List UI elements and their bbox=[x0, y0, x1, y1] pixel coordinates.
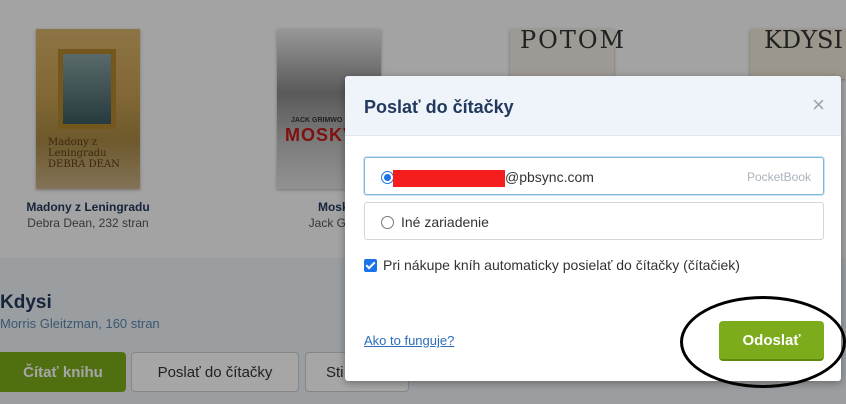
device-option-pocketbook[interactable]: @pbsync.com PocketBook bbox=[364, 157, 824, 195]
modal-title: Poslať do čítačky bbox=[364, 97, 514, 117]
device-email: @pbsync.com bbox=[505, 169, 594, 185]
redacted-email-mark bbox=[393, 170, 505, 187]
close-icon[interactable]: × bbox=[812, 93, 825, 117]
modal-header: Poslať do čítačky × bbox=[345, 76, 841, 136]
device-type-tag: PocketBook bbox=[746, 170, 811, 184]
device-label: Iné zariadenie bbox=[401, 214, 489, 230]
how-it-works-link[interactable]: Ako to funguje? bbox=[364, 333, 454, 348]
radio-button[interactable] bbox=[381, 216, 394, 229]
annotation-ellipse bbox=[680, 296, 846, 388]
auto-send-label: Pri nákupe kníh automaticky posielať do … bbox=[383, 257, 740, 273]
device-option-other[interactable]: Iné zariadenie bbox=[364, 202, 824, 240]
auto-send-option[interactable]: Pri nákupe kníh automaticky posielať do … bbox=[364, 257, 740, 273]
auto-send-checkbox[interactable] bbox=[364, 258, 377, 272]
